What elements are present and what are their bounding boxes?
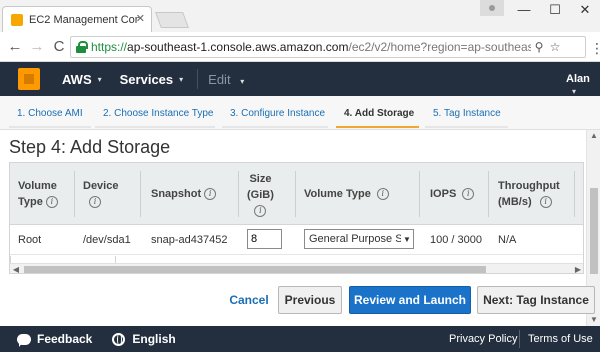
info-icon[interactable]: i: [462, 188, 475, 201]
col-device-header: Device i: [83, 180, 119, 209]
services-menu[interactable]: Services ▾: [120, 72, 184, 87]
browser-tab-title: EC2 Management Conso: [29, 13, 139, 26]
cell-snapshot: snap-ad437452: [151, 234, 228, 246]
step-underline: [9, 126, 91, 128]
col-volume-type-header: Volume Type i: [18, 180, 58, 209]
aws-menu[interactable]: AWS ▾: [62, 72, 102, 87]
volume-type-select[interactable]: General Purpose S ▼: [304, 229, 414, 249]
cancel-button[interactable]: Cancel: [226, 286, 272, 314]
edit-menu[interactable]: Edit ▾: [208, 72, 244, 87]
step-underline: [95, 126, 215, 128]
cell-throughput: N/A: [498, 234, 517, 246]
key-icon[interactable]: ⚲: [531, 40, 547, 54]
info-icon[interactable]: i: [254, 205, 267, 218]
browser-tab-ec2[interactable]: EC2 Management Conso ✕: [2, 6, 152, 32]
dropdown-arrow-icon: ▼: [403, 234, 411, 244]
step-add-storage[interactable]: 4. Add Storage: [344, 108, 414, 119]
close-tab-icon[interactable]: ✕: [136, 12, 145, 25]
scroll-right-icon[interactable]: ▶: [572, 264, 583, 273]
url-text[interactable]: https://ap-southeast-1.console.aws.amazo…: [91, 40, 531, 54]
storage-table: Volume Type i Device i Snapshot i Size (Gi…: [9, 162, 584, 274]
step-choose-ami[interactable]: 1. Choose AMI: [17, 108, 83, 119]
secure-lock-icon: [75, 41, 88, 53]
scroll-left-icon[interactable]: ◀: [10, 264, 22, 273]
vertical-scroll-thumb[interactable]: [590, 188, 598, 274]
review-and-launch-button[interactable]: Review and Launch: [349, 286, 471, 314]
aws-menu-label: AWS: [62, 71, 92, 87]
window-close-button[interactable]: ✕: [575, 2, 595, 18]
col-snapshot-header: Snapshot i: [151, 186, 217, 202]
chevron-down-icon: ▾: [572, 87, 577, 96]
col-throughput-header: Throughput (MB/s) i: [498, 180, 560, 209]
step-underline: [222, 126, 328, 128]
feedback-link[interactable]: Feedback: [37, 332, 92, 346]
chevron-down-icon: ▾: [240, 76, 245, 86]
step-tag-instance[interactable]: 5. Tag Instance: [433, 108, 501, 119]
info-icon[interactable]: i: [204, 188, 217, 201]
address-bar[interactable]: https://ap-southeast-1.console.aws.amazo…: [70, 36, 586, 58]
info-icon[interactable]: i: [45, 196, 58, 209]
aws-favicon-icon: [11, 13, 23, 26]
window-maximize-button[interactable]: ☐: [545, 2, 565, 18]
horizontal-scrollbar[interactable]: ◀ ▶: [10, 263, 583, 273]
services-menu-label: Services: [119, 71, 174, 87]
table-row: Root /dev/sda1 snap-ad437452 General Pur…: [10, 225, 583, 255]
cell-volume-type: Root: [18, 234, 42, 246]
next-tag-instance-button[interactable]: Next: Tag Instance: [477, 286, 595, 314]
browser-profile-icon[interactable]: [480, 0, 504, 16]
user-menu[interactable]: Alan ▾: [566, 73, 600, 97]
url-scheme: https://: [91, 40, 128, 54]
privacy-policy-link[interactable]: Privacy Policy: [449, 333, 517, 345]
cell-device: /dev/sda1: [83, 234, 131, 246]
back-arrow-icon[interactable]: ←: [4, 38, 26, 55]
edit-menu-label: Edit: [208, 71, 231, 87]
chevron-down-icon: ▾: [97, 74, 102, 84]
terms-of-use-link[interactable]: Terms of Use: [528, 333, 593, 345]
info-icon[interactable]: i: [539, 196, 552, 209]
info-icon[interactable]: i: [89, 196, 101, 209]
window-minimize-button[interactable]: —: [514, 2, 534, 17]
step-underline: [425, 126, 508, 128]
cell-iops: 100 / 3000: [430, 234, 482, 246]
col-iops-header: IOPS i: [430, 186, 475, 202]
browser-menu-icon[interactable]: ⋮: [590, 40, 600, 57]
page-title: Step 4: Add Storage: [9, 137, 171, 157]
new-tab-button[interactable]: [155, 12, 189, 28]
col-volume-kind-header: Volume Type i: [304, 186, 389, 202]
bookmark-star-icon[interactable]: ☆: [547, 40, 563, 54]
step-choose-instance-type[interactable]: 2. Choose Instance Type: [103, 108, 213, 119]
wizard-steps: 1. Choose AMI 2. Choose Instance Type 3.…: [0, 96, 600, 130]
browser-titlebar: EC2 Management Conso ✕ — ☐ ✕: [0, 0, 600, 32]
chevron-down-icon: ▾: [179, 74, 184, 84]
footer-divider: [519, 330, 520, 348]
navbar-divider: [197, 69, 199, 89]
language-selector[interactable]: English: [132, 332, 175, 346]
previous-button[interactable]: Previous: [278, 286, 342, 314]
aws-navbar: AWS ▾ Services ▾ Edit ▾: [0, 62, 600, 96]
size-input[interactable]: [247, 229, 282, 249]
info-icon[interactable]: i: [376, 188, 389, 201]
step-configure-instance[interactable]: 3. Configure Instance: [230, 108, 325, 119]
user-name: Alan: [566, 73, 590, 85]
feedback-bubble-icon: [17, 333, 31, 347]
url-host: ap-southeast-1.console.aws.amazon.com: [127, 40, 349, 54]
table-header: Volume Type i Device i Snapshot i Size (Gi…: [10, 163, 583, 225]
url-path: /ec2/v2/home?region=ap-southeast-1#Launc…: [348, 40, 531, 54]
browser-toolbar: ← → C https://ap-southeast-1.console.aws…: [0, 32, 600, 62]
scroll-down-icon[interactable]: ▼: [587, 314, 600, 326]
reload-icon[interactable]: C: [48, 38, 70, 55]
col-size-header: Size (GiB) i: [247, 173, 274, 218]
horizontal-scroll-thumb[interactable]: [24, 266, 486, 273]
step-underline-active: [336, 126, 419, 128]
scroll-up-icon[interactable]: ▲: [587, 130, 600, 142]
forward-arrow-icon[interactable]: →: [26, 38, 48, 55]
globe-icon: [112, 332, 126, 346]
aws-cube-icon[interactable]: [14, 66, 44, 92]
volume-type-selected: General Purpose S: [309, 233, 401, 245]
